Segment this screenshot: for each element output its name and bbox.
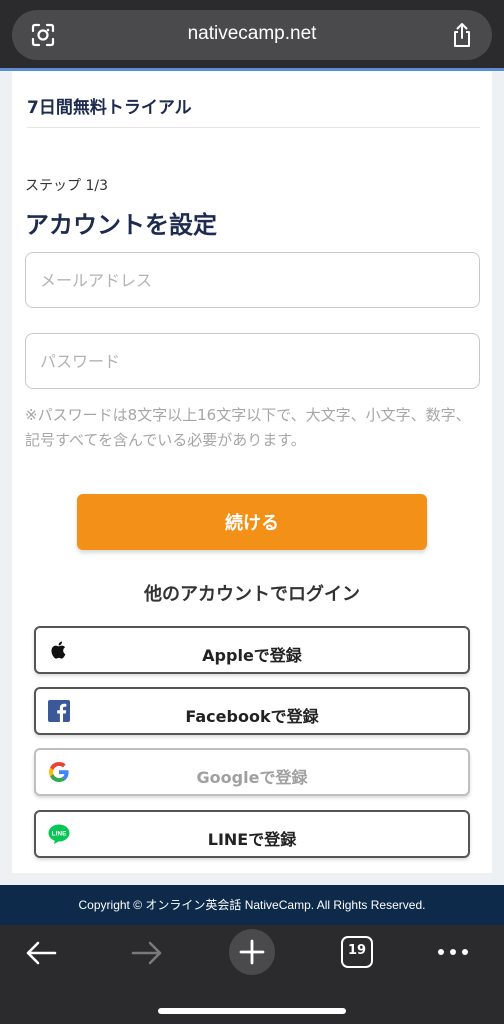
other-login-heading: 他のアカウントでログイン [144, 584, 360, 605]
email-field[interactable] [25, 252, 480, 308]
line-signup-label: LINEで登録 [207, 830, 297, 849]
line-signup-button[interactable]: LINE LINEで登録 [34, 810, 470, 858]
page-footer: Copyright © オンライン英会話 NativeCamp. All Rig… [0, 885, 504, 925]
signup-card: 7日間無料トライアル ステップ 1/3 アカウントを設定 ※パスワードは8文字以… [12, 71, 492, 873]
plus-icon [239, 939, 265, 965]
address-bar[interactable]: nativecamp.net [12, 10, 492, 60]
forward-arrow-icon[interactable] [130, 939, 164, 967]
tab-count: 19 [347, 943, 367, 958]
tabs-button[interactable]: 19 [341, 936, 373, 968]
browser-bottom-bar: 19 [0, 925, 504, 1024]
facebook-signup-button[interactable]: Facebookで登録 [34, 687, 470, 735]
continue-button[interactable]: 続ける [77, 494, 427, 550]
step-label: ステップ 1/3 [25, 178, 108, 194]
google-signup-button[interactable]: Googleで登録 [34, 748, 470, 796]
share-icon[interactable] [450, 21, 474, 49]
trial-title: 7日間無料トライアル [27, 98, 192, 118]
url-text[interactable]: nativecamp.net [12, 23, 492, 45]
browser-top-bar: nativecamp.net [0, 0, 504, 70]
copyright-text: Copyright © オンライン英会話 NativeCamp. All Rig… [78, 898, 426, 912]
more-icon[interactable] [436, 947, 470, 957]
apple-signup-button[interactable]: Appleで登録 [34, 626, 470, 674]
divider [27, 127, 480, 128]
password-field[interactable] [25, 333, 480, 389]
page-title: アカウントを設定 [25, 211, 217, 239]
apple-signup-label: Appleで登録 [202, 646, 302, 665]
back-arrow-icon[interactable] [24, 939, 58, 967]
home-indicator [158, 1008, 346, 1014]
facebook-signup-label: Facebookで登録 [185, 707, 319, 726]
google-signup-label: Googleで登録 [196, 768, 308, 787]
new-tab-button[interactable] [229, 929, 275, 975]
password-requirement-note: ※パスワードは8文字以上16文字以下で、大文字、小文字、数字、記号すべてを含んで… [25, 406, 471, 449]
